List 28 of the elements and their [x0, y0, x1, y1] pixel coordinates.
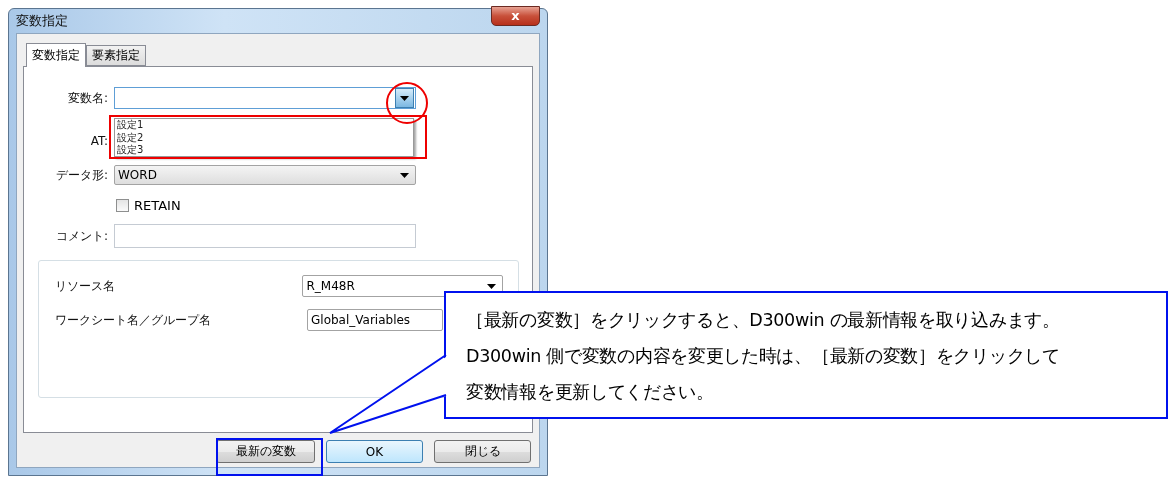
retain-checkbox[interactable]	[116, 198, 129, 212]
close-button[interactable]: x	[491, 6, 540, 26]
highlight-circle	[386, 82, 428, 124]
caret-icon	[400, 95, 409, 101]
field-label: データ形:	[54, 166, 109, 184]
data-type-combo[interactable]: WORD	[114, 165, 416, 185]
dialog-button[interactable]: OK	[326, 440, 423, 463]
dialog-button[interactable]: 閉じる	[434, 440, 531, 463]
field-label: ワークシート名／グループ名	[55, 311, 212, 329]
dialog-button[interactable]: 最新の変数	[216, 440, 315, 463]
worksheet-field[interactable]: Global_Variables	[307, 309, 443, 331]
caret-icon	[400, 172, 409, 178]
tab[interactable]: 要素指定	[86, 45, 146, 66]
field-label: AT:	[89, 134, 109, 148]
dropdown-option[interactable]: 設定1	[115, 119, 413, 132]
caret-icon	[487, 283, 496, 289]
checkbox-label: RETAIN	[134, 197, 181, 213]
dropdown-option[interactable]: 設定2	[115, 131, 413, 144]
dropdown-button[interactable]	[395, 88, 414, 108]
variable-name-combo[interactable]	[114, 87, 416, 109]
window-title: 変数指定	[16, 12, 68, 30]
tab[interactable]: 変数指定	[26, 43, 86, 67]
resource-combo[interactable]: R_M48R	[302, 275, 503, 297]
callout-text: ［最新の変数］をクリックすると、D300win の最新情報を取り込みます。 D300win 側で変数の内容を変更した時は、［最新の変数］をクリックして 変数情報を更新してください。	[465, 309, 1061, 404]
field-label: リソース名	[55, 277, 116, 295]
comment-field[interactable]	[114, 224, 416, 248]
field-label: コメント:	[54, 227, 109, 245]
field-label: 変数名:	[66, 89, 109, 107]
